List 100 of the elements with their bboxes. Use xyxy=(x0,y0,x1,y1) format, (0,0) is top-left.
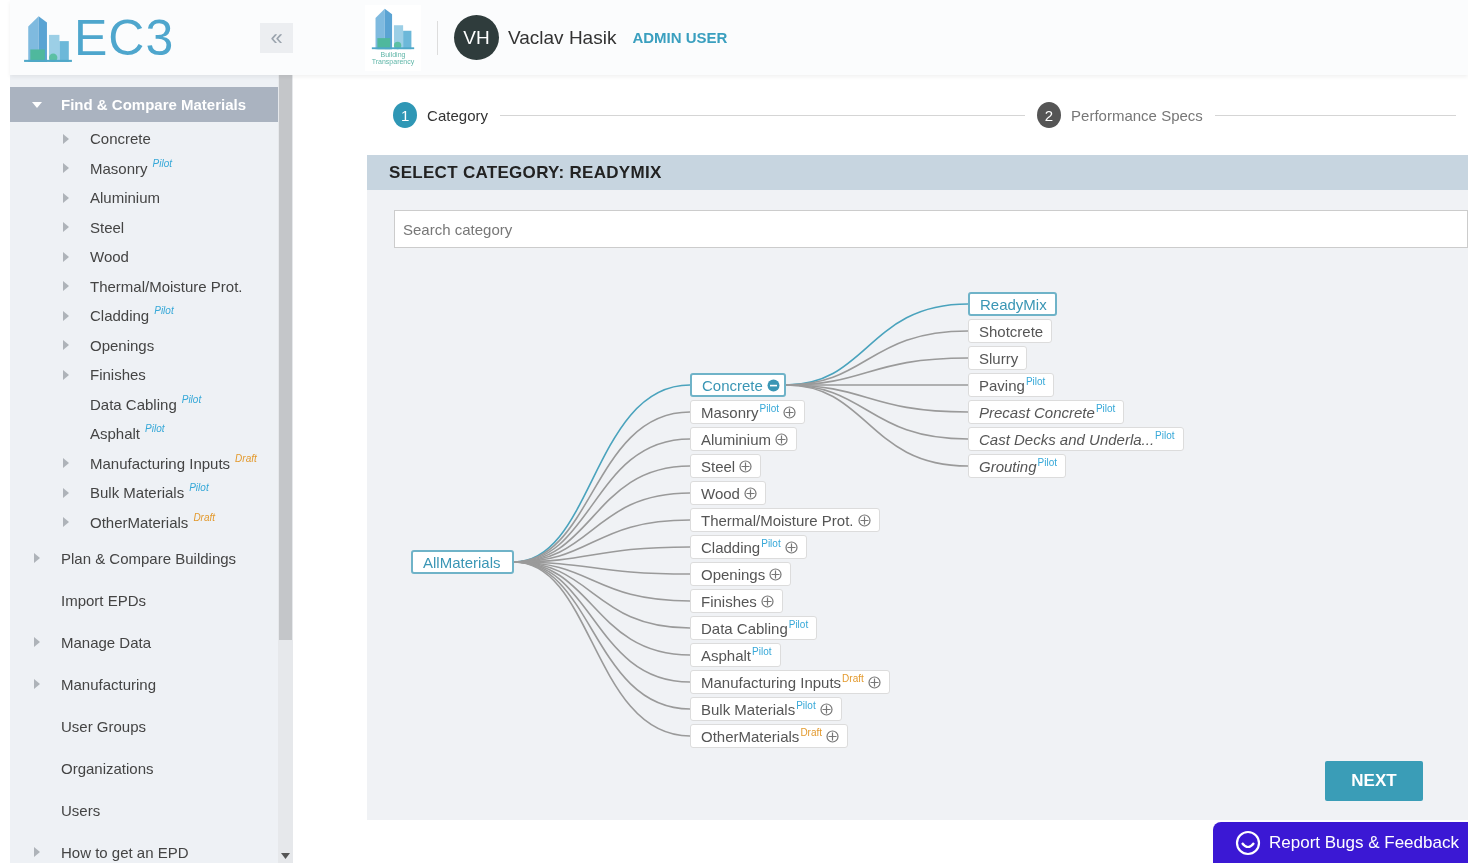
category-node[interactable]: Thermal/Moisture Prot. xyxy=(690,508,880,532)
status-label: Pilot xyxy=(759,403,779,414)
category-node[interactable]: Precast Concrete$^{Pilot}$ xyxy=(968,400,1125,424)
nav-item[interactable]: Import EPDs xyxy=(10,579,278,621)
user-role: ADMIN USER xyxy=(632,29,728,46)
caret-right-icon xyxy=(61,517,71,528)
nav-item[interactable]: Plan & Compare Buildings xyxy=(10,537,278,579)
caret-down-icon xyxy=(32,99,42,110)
caret-right-icon xyxy=(61,310,71,321)
category-node[interactable]: Openings xyxy=(690,562,792,586)
category-node[interactable]: Slurry xyxy=(968,346,1028,370)
category-node[interactable]: Cast Decks and Underla...$^{Pilot}$ xyxy=(968,427,1184,451)
status-label: Draft xyxy=(193,511,216,523)
status-label: Draft xyxy=(800,727,823,738)
status-label: Draft xyxy=(842,673,864,684)
logo-text: EC3 xyxy=(74,8,175,67)
status-label: Draft xyxy=(235,452,257,464)
nav-item[interactable]: Steel xyxy=(10,212,278,242)
status-label: Pilot xyxy=(796,700,816,711)
caret-right-icon xyxy=(61,458,71,469)
nav-item[interactable]: Wood xyxy=(10,242,278,272)
category-node[interactable]: Aluminium xyxy=(690,427,798,451)
expand-icon[interactable] xyxy=(826,729,840,743)
nav-item[interactable]: Concrete xyxy=(10,124,278,154)
status-label: Pilot xyxy=(1095,403,1116,414)
status-label: Pilot xyxy=(154,305,174,316)
expand-icon[interactable] xyxy=(783,405,796,419)
nav-item[interactable]: Manage Data xyxy=(10,621,278,663)
caret-right-icon xyxy=(61,340,71,351)
expand-icon[interactable] xyxy=(739,459,753,473)
category-node[interactable]: Asphalt$^{Pilot}$ xyxy=(690,643,781,667)
expand-icon[interactable] xyxy=(867,675,881,689)
nav-item[interactable]: Organizations xyxy=(10,747,278,789)
caret-right-icon xyxy=(32,553,42,563)
step-number: 2 xyxy=(1037,102,1062,128)
nav-item[interactable]: How to get an EPD xyxy=(10,831,278,863)
category-node[interactable]: OtherMaterials$^{Draft}$ xyxy=(690,724,849,748)
caret-right-icon xyxy=(32,637,42,647)
expand-icon[interactable] xyxy=(760,594,774,608)
nav-item[interactable]: Data Cabling $^{Pilot}$ xyxy=(10,389,278,419)
caret-right-icon xyxy=(61,281,71,292)
nav-item[interactable]: OtherMaterials $^{Draft}$ xyxy=(10,507,278,537)
status-label: Pilot xyxy=(181,393,202,405)
expand-icon[interactable] xyxy=(819,702,833,716)
category-node[interactable]: Data Cabling$^{Pilot}$ xyxy=(690,616,818,640)
category-node[interactable]: Masonry$^{Pilot}$ xyxy=(690,400,805,424)
nav-item[interactable]: Aluminium xyxy=(10,183,278,213)
nav-item[interactable]: Cladding $^{Pilot}$ xyxy=(10,301,278,331)
category-node[interactable]: Manufacturing Inputs$^{Draft}$ xyxy=(690,670,890,694)
caret-right-icon xyxy=(32,679,42,689)
collapse-icon[interactable] xyxy=(766,378,780,392)
expand-icon[interactable] xyxy=(784,540,798,554)
user-avatar[interactable]: VH xyxy=(454,15,499,60)
nav-item[interactable]: User Groups xyxy=(10,705,278,747)
caret-right-icon xyxy=(61,369,71,380)
scroll-down-icon[interactable] xyxy=(281,853,290,859)
panel-title: SELECT CATEGORY: READYMIX xyxy=(367,155,1468,190)
step-label[interactable]: Category xyxy=(427,106,488,124)
category-node[interactable]: Paving$^{Pilot}$ xyxy=(968,373,1055,397)
nav-item[interactable]: Thermal/Moisture Prot. xyxy=(10,271,278,301)
category-node[interactable]: ReadyMix xyxy=(968,292,1057,316)
status-label: Pilot xyxy=(152,157,172,169)
caret-right-icon xyxy=(61,251,71,262)
feedback-button[interactable]: Report Bugs & Feedback xyxy=(1213,822,1468,863)
category-node[interactable]: Cladding$^{Pilot}$ xyxy=(690,535,807,559)
status-label: Pilot xyxy=(752,646,772,657)
expand-icon[interactable] xyxy=(857,513,871,527)
status-label: Pilot xyxy=(189,482,209,493)
nav-item[interactable]: Asphalt $^{Pilot}$ xyxy=(10,419,278,449)
category-node[interactable]: Grouting$^{Pilot}$ xyxy=(968,454,1066,478)
caret-right-icon xyxy=(61,133,71,144)
step-label[interactable]: Performance Specs xyxy=(1071,106,1203,124)
category-node[interactable]: Steel xyxy=(690,454,762,478)
status-label: Pilot xyxy=(788,619,809,630)
search-field[interactable]: Search category xyxy=(394,210,1468,248)
nav-item[interactable]: Bulk Materials $^{Pilot}$ xyxy=(10,478,278,508)
status-label: Pilot xyxy=(761,538,781,549)
nav-item[interactable]: Openings xyxy=(10,330,278,360)
caret-right-icon xyxy=(32,847,42,857)
scrollbar[interactable] xyxy=(278,75,293,863)
expand-icon[interactable] xyxy=(769,567,783,581)
nav-item[interactable]: Users xyxy=(10,789,278,831)
nav-item[interactable]: Manufacturing Inputs $^{Draft}$ xyxy=(10,448,278,478)
category-node[interactable]: Bulk Materials$^{Pilot}$ xyxy=(690,697,842,721)
expand-icon[interactable] xyxy=(775,432,789,446)
user-name: Vaclav Hasik xyxy=(508,26,617,49)
caret-right-icon xyxy=(61,192,71,203)
smiley-icon xyxy=(1235,829,1261,856)
caret-right-icon xyxy=(61,163,71,174)
status-label: Pilot xyxy=(145,423,165,434)
category-node[interactable]: Shotcrete xyxy=(968,319,1053,343)
nav-item[interactable]: Masonry $^{Pilot}$ xyxy=(10,153,278,183)
nav-item[interactable]: Finishes xyxy=(10,360,278,390)
status-label: Pilot xyxy=(1155,430,1175,441)
nav-item[interactable]: Manufacturing xyxy=(10,663,278,705)
status-label: Pilot xyxy=(1037,457,1057,468)
category-node[interactable]: Wood xyxy=(690,481,766,505)
category-node[interactable]: Finishes xyxy=(690,589,783,613)
caret-right-icon xyxy=(61,487,71,498)
expand-icon[interactable] xyxy=(743,486,757,500)
